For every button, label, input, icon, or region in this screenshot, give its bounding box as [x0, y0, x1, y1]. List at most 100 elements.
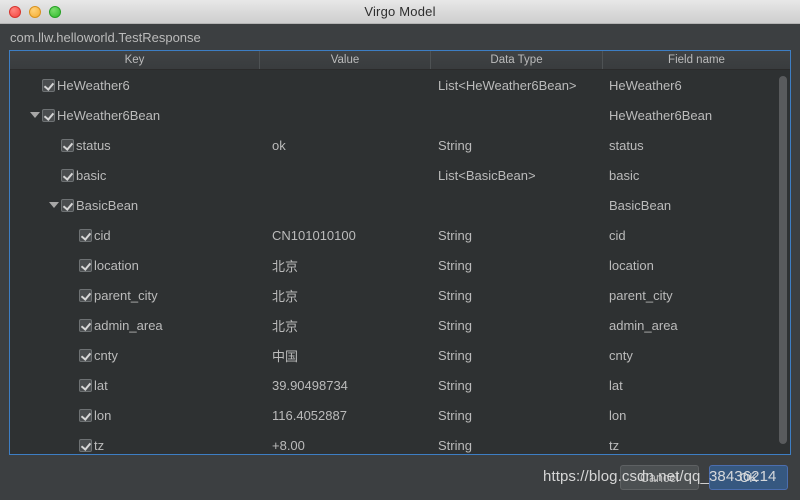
column-header-value[interactable]: Value	[260, 51, 431, 69]
cell-data-type[interactable]: List<HeWeather6Bean>	[431, 78, 603, 93]
cell-field-name[interactable]: cid	[603, 228, 790, 243]
table-row[interactable]: cid CN101010100 String cid	[10, 220, 790, 250]
tree-twisty-placeholder	[65, 378, 79, 392]
cell-field-name[interactable]: parent_city	[603, 288, 790, 303]
vertical-scrollbar-thumb[interactable]	[779, 76, 787, 444]
target-class-name: com.llw.helloworld.TestResponse	[10, 29, 201, 45]
classname-bar: com.llw.helloworld.TestResponse	[0, 24, 800, 50]
window-controls	[9, 0, 61, 23]
cell-data-type[interactable]: String	[431, 228, 603, 243]
table-row[interactable]: cnty 中国 String cnty	[10, 340, 790, 370]
cancel-button[interactable]: Cancel	[620, 465, 699, 490]
cell-value[interactable]: 中国	[260, 346, 431, 365]
window-title: Virgo Model	[364, 4, 436, 19]
cell-field-name[interactable]: BasicBean	[603, 198, 790, 213]
table-row[interactable]: HeWeather6Bean HeWeather6Bean	[10, 100, 790, 130]
table-row[interactable]: location 北京 String location	[10, 250, 790, 280]
cell-data-type[interactable]: String	[431, 438, 603, 453]
field-checkbox[interactable]	[79, 378, 92, 392]
cell-value[interactable]: 39.90498734	[260, 378, 431, 393]
field-checkbox[interactable]	[42, 78, 55, 92]
field-checkbox[interactable]	[79, 288, 92, 302]
table-row[interactable]: tz +8.00 String tz	[10, 430, 790, 454]
model-fields-table[interactable]: Key Value Data Type Field name HeWeather…	[9, 50, 791, 455]
field-checkbox[interactable]	[79, 348, 92, 362]
field-checkbox[interactable]	[61, 168, 74, 182]
cell-data-type[interactable]: String	[431, 138, 603, 153]
vertical-scrollbar[interactable]	[777, 72, 788, 452]
field-checkbox[interactable]	[79, 258, 92, 272]
column-header-data-type[interactable]: Data Type	[431, 51, 603, 69]
table-body: HeWeather6 List<HeWeather6Bean> HeWeather6…	[10, 70, 790, 454]
cell-field-name[interactable]: tz	[603, 438, 790, 453]
cell-data-type[interactable]: String	[431, 288, 603, 303]
field-checkbox[interactable]	[79, 438, 92, 452]
field-key-label: status	[76, 137, 111, 153]
tree-twisty-placeholder	[65, 438, 79, 452]
field-key-label: parent_city	[94, 287, 158, 303]
cell-field-name[interactable]: basic	[603, 168, 790, 183]
cell-field-name[interactable]: location	[603, 258, 790, 273]
cell-value[interactable]: 北京	[260, 286, 431, 305]
cell-value[interactable]: 北京	[260, 256, 431, 275]
cell-key: status	[10, 138, 260, 153]
ok-button[interactable]: OK	[709, 465, 788, 490]
column-header-field-name[interactable]: Field name	[603, 51, 790, 69]
table-row[interactable]: basic List<BasicBean> basic	[10, 160, 790, 190]
cell-value[interactable]: 北京	[260, 316, 431, 335]
cell-key: tz	[10, 438, 260, 453]
cell-data-type[interactable]: String	[431, 408, 603, 423]
table-row[interactable]: HeWeather6 List<HeWeather6Bean> HeWeather6	[10, 70, 790, 100]
tree-collapse-arrow-icon[interactable]	[47, 198, 61, 212]
field-checkbox[interactable]	[42, 108, 55, 122]
tree-twisty-placeholder	[47, 168, 61, 182]
table-row[interactable]: lon 116.4052887 String lon	[10, 400, 790, 430]
cell-field-name[interactable]: admin_area	[603, 318, 790, 333]
field-checkbox[interactable]	[61, 138, 74, 152]
tree-twisty-placeholder	[65, 288, 79, 302]
cell-field-name[interactable]: HeWeather6	[603, 78, 790, 93]
tree-twisty-placeholder	[65, 348, 79, 362]
table-row[interactable]: BasicBean BasicBean	[10, 190, 790, 220]
cell-key: BasicBean	[10, 198, 260, 213]
table-row[interactable]: admin_area 北京 String admin_area	[10, 310, 790, 340]
cell-data-type[interactable]: List<BasicBean>	[431, 168, 603, 183]
tree-collapse-arrow-icon[interactable]	[28, 108, 42, 122]
cell-key: lon	[10, 408, 260, 423]
cell-key: location	[10, 258, 260, 273]
cell-data-type[interactable]: String	[431, 378, 603, 393]
cell-value[interactable]: 116.4052887	[260, 408, 431, 423]
cell-value[interactable]: CN101010100	[260, 228, 431, 243]
dialog-footer: Cancel OK	[0, 455, 800, 500]
minimize-window-button[interactable]	[29, 5, 41, 18]
field-key-label: basic	[76, 167, 107, 183]
window-titlebar: Virgo Model	[0, 0, 800, 24]
cell-data-type[interactable]: String	[431, 318, 603, 333]
close-window-button[interactable]	[9, 5, 21, 18]
table-row[interactable]: status ok String status	[10, 130, 790, 160]
cell-field-name[interactable]: status	[603, 138, 790, 153]
cell-value[interactable]: ok	[260, 138, 431, 153]
field-key-label: admin_area	[94, 317, 163, 333]
cell-key: basic	[10, 168, 260, 183]
maximize-window-button[interactable]	[49, 5, 61, 18]
cell-key: HeWeather6Bean	[10, 108, 260, 123]
cell-data-type[interactable]: String	[431, 258, 603, 273]
field-checkbox[interactable]	[79, 408, 92, 422]
cell-field-name[interactable]: cnty	[603, 348, 790, 363]
table-row[interactable]: lat 39.90498734 String lat	[10, 370, 790, 400]
cell-field-name[interactable]: HeWeather6Bean	[603, 108, 790, 123]
field-checkbox[interactable]	[61, 198, 74, 212]
cell-field-name[interactable]: lon	[603, 408, 790, 423]
virgo-model-dialog: Virgo Model com.llw.helloworld.TestRespo…	[0, 0, 800, 500]
cell-key: parent_city	[10, 288, 260, 303]
field-checkbox[interactable]	[79, 228, 92, 242]
cell-field-name[interactable]: lat	[603, 378, 790, 393]
cell-value[interactable]: +8.00	[260, 438, 431, 453]
field-key-label: BasicBean	[76, 197, 139, 213]
cell-key: admin_area	[10, 318, 260, 333]
field-checkbox[interactable]	[79, 318, 92, 332]
column-header-key[interactable]: Key	[10, 51, 260, 69]
table-row[interactable]: parent_city 北京 String parent_city	[10, 280, 790, 310]
cell-data-type[interactable]: String	[431, 348, 603, 363]
